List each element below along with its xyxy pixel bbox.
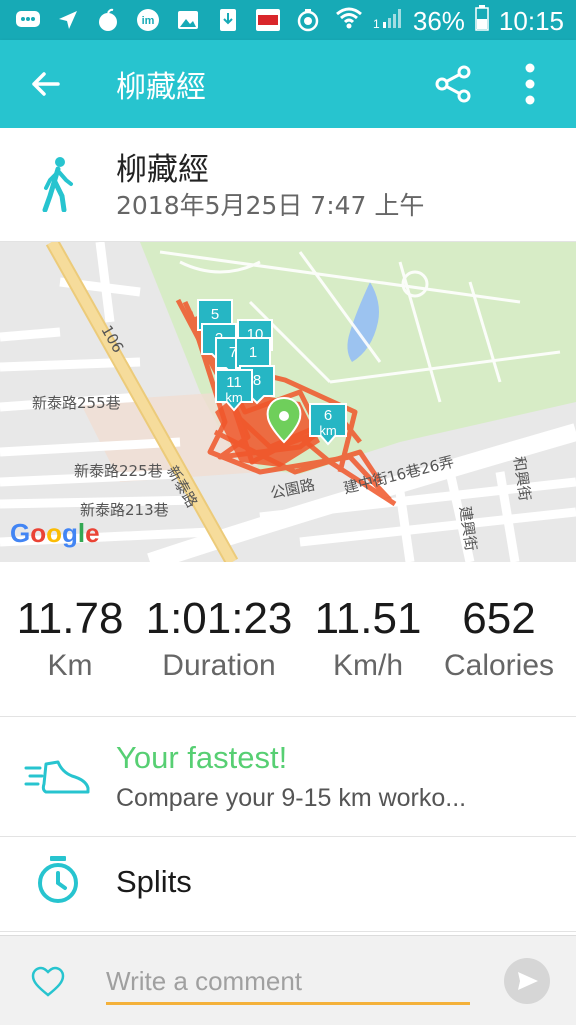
km-marker-6-label: 6 bbox=[324, 407, 332, 424]
image-icon bbox=[174, 6, 202, 34]
camera-icon bbox=[294, 6, 322, 34]
im-app-icon: im bbox=[134, 6, 162, 34]
walking-icon bbox=[42, 157, 73, 212]
clock: 10:15 bbox=[498, 6, 564, 36]
stat-distance: 11.78 Km bbox=[10, 592, 130, 686]
fastest-subtitle: Compare your 9-15 km worko... bbox=[116, 784, 467, 812]
notification-icons: im bbox=[14, 6, 322, 34]
send-icon bbox=[518, 972, 538, 990]
street-label-213: 新泰路213巷 bbox=[80, 501, 169, 519]
message-icon bbox=[14, 6, 42, 34]
battery-percent: 36% bbox=[412, 6, 465, 36]
news-app-icon bbox=[254, 6, 282, 34]
street-label-225: 新泰路225巷 bbox=[74, 462, 163, 480]
stat-speed-value: 11.51 bbox=[314, 594, 422, 643]
send-button[interactable] bbox=[504, 958, 550, 1004]
svg-text:im: im bbox=[142, 15, 155, 27]
app-bar: 柳藏經 bbox=[0, 40, 576, 128]
stat-calories: 652 Calories bbox=[432, 592, 566, 686]
splits-label: Splits bbox=[116, 864, 192, 899]
back-button[interactable] bbox=[28, 66, 64, 102]
stat-speed: 11.51 Km/h bbox=[306, 592, 430, 686]
stat-duration-value: 1:01:23 bbox=[145, 594, 293, 643]
google-logo: Google bbox=[10, 518, 100, 548]
wifi-icon bbox=[335, 6, 363, 37]
heart-icon[interactable] bbox=[30, 966, 66, 998]
km-marker-5-label: 5 bbox=[211, 306, 219, 323]
share-button[interactable] bbox=[434, 64, 474, 104]
comment-input[interactable] bbox=[106, 960, 470, 1005]
activity-header: 柳藏經 2018年5月25日 7:47 上午 bbox=[0, 128, 576, 242]
km-marker-11-unit: km bbox=[225, 390, 242, 405]
more-options-button[interactable] bbox=[518, 62, 542, 106]
stat-speed-label: Km/h bbox=[332, 649, 404, 682]
activity-title: 柳藏經 bbox=[116, 152, 209, 188]
signal-label: 1 bbox=[373, 17, 380, 30]
activity-stats: 11.78 Km 1:01:23 Duration 11.51 Km/h 652… bbox=[0, 562, 576, 717]
app-bar-title: 柳藏經 bbox=[116, 70, 206, 105]
running-shoe-icon bbox=[24, 760, 90, 794]
fastest-title: Your fastest! bbox=[116, 740, 288, 775]
street-label-255: 新泰路255巷 bbox=[32, 394, 121, 412]
km-marker-8-label: 8 bbox=[253, 372, 261, 389]
activity-date: 2018年5月25日 7:47 上午 bbox=[116, 191, 425, 220]
stat-calories-label: Calories bbox=[443, 649, 555, 682]
fastest-compare-row[interactable]: Your fastest! Compare your 9-15 km worko… bbox=[0, 718, 576, 837]
km-marker-6-unit: km bbox=[319, 423, 336, 438]
route-map[interactable]: 5 10 2 7 1 8 11km 6km 106 新泰路255巷 新泰路225… bbox=[0, 242, 576, 562]
share-icon bbox=[435, 65, 471, 103]
comment-bar bbox=[0, 935, 576, 1025]
navigation-icon bbox=[54, 6, 82, 34]
download-icon bbox=[214, 6, 242, 34]
fruit-app-icon bbox=[94, 6, 122, 34]
status-bar: im 1 36% 10:15 bbox=[0, 0, 576, 40]
stat-calories-value: 652 bbox=[462, 594, 536, 643]
status-right: 1 36% 10:15 bbox=[335, 5, 564, 38]
stat-distance-value: 11.78 bbox=[16, 594, 124, 643]
signal-icon: 1 bbox=[373, 6, 403, 37]
back-arrow-icon bbox=[32, 72, 60, 96]
stat-duration: 1:01:23 Duration bbox=[136, 592, 302, 686]
stopwatch-icon bbox=[38, 856, 78, 903]
stat-distance-label: Km bbox=[47, 649, 93, 682]
km-marker-1-label: 1 bbox=[249, 344, 257, 361]
more-vert-icon bbox=[525, 63, 535, 105]
km-marker-11-label: 11 bbox=[226, 374, 242, 391]
splits-row[interactable]: Splits bbox=[0, 837, 576, 932]
battery-icon bbox=[475, 5, 489, 38]
stat-duration-label: Duration bbox=[162, 649, 276, 682]
